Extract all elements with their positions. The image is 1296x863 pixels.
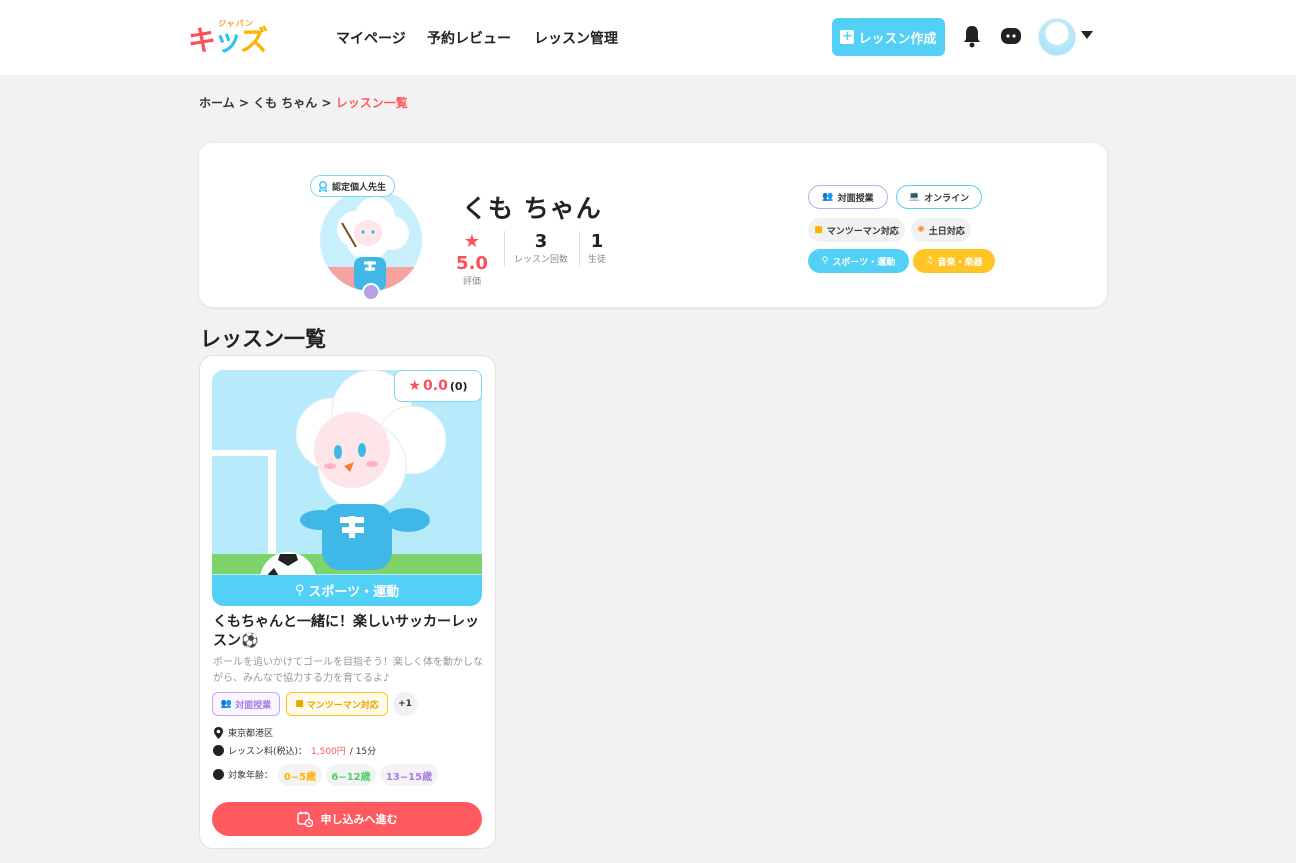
teacher-type-badge bbox=[362, 283, 380, 301]
teacher-profile-card: 認定個人先生 くも ちゃん ★ 5.0 評価 3 レッスン回数 1 生徒 👥 対面… bbox=[199, 143, 1107, 307]
teacher-name: くも ちゃん bbox=[462, 194, 602, 223]
lesson-category-bar: ⚲ スポーツ・運動 bbox=[212, 575, 482, 606]
more-tags-badge[interactable]: +1 bbox=[393, 692, 417, 716]
breadcrumb-teacher[interactable]: くも ちゃん bbox=[253, 96, 317, 110]
create-lesson-label: レッスン作成 bbox=[858, 31, 937, 47]
tag-online: 💻 オンライン bbox=[896, 185, 982, 209]
tag-one-on-one: ■ マンツーマン対応 bbox=[808, 218, 905, 242]
racket-icon: ⚲ bbox=[821, 256, 829, 266]
lesson-tag-one-on-one: ■ マンツーマン対応 bbox=[286, 692, 388, 716]
lesson-age-label: 対象年齢： bbox=[213, 768, 273, 781]
sun-icon: ✺ bbox=[917, 225, 925, 235]
stat-divider bbox=[579, 231, 580, 267]
age-chip-13-15: 13~15歳 bbox=[380, 764, 438, 786]
nav-mypage[interactable]: マイページ bbox=[336, 28, 406, 48]
certified-teacher-badge: 認定個人先生 bbox=[310, 175, 396, 197]
racket-icon: ⚲ bbox=[294, 583, 305, 598]
lesson-fee: レッスン料(税込)： 1,500円/ 15分 bbox=[213, 744, 376, 757]
yen-coin-icon bbox=[213, 745, 224, 756]
person-icon: ■ bbox=[814, 225, 823, 235]
lesson-location: 東京都港区 bbox=[213, 726, 273, 739]
age-chip-0-5: 0~5歳 bbox=[278, 764, 322, 786]
laptop-icon: 💻 bbox=[908, 192, 921, 202]
chevron-down-icon[interactable] bbox=[1081, 31, 1093, 39]
breadcrumb-home[interactable]: ホーム bbox=[199, 96, 235, 110]
nav-reservation-reviews[interactable]: 予約レビュー bbox=[427, 28, 511, 48]
breadcrumb: ホーム > くも ちゃん > レッスン一覧 bbox=[199, 96, 408, 110]
lesson-title[interactable]: くもちゃんと一緒に！楽しいサッカーレッスン⚽ bbox=[213, 613, 483, 651]
bell-icon[interactable] bbox=[962, 24, 986, 50]
plus-icon: + bbox=[840, 29, 855, 44]
tag-sports: ⚲ スポーツ・運動 bbox=[808, 249, 909, 273]
nav-lesson-management[interactable]: レッスン管理 bbox=[534, 28, 618, 48]
create-lesson-button[interactable]: + レッスン作成 bbox=[832, 18, 945, 56]
tag-music: ♫ 音楽・楽器 bbox=[913, 249, 995, 273]
stat-divider bbox=[504, 231, 505, 267]
group-icon: 👥 bbox=[220, 699, 233, 709]
rating-stat: ★ 5.0 評価 bbox=[456, 231, 488, 287]
lesson-tag-in-person: 👥 対面授業 bbox=[212, 692, 280, 716]
teacher-avatar bbox=[320, 189, 422, 291]
calendar-clock-icon bbox=[296, 811, 313, 827]
chat-icon[interactable] bbox=[1000, 24, 1024, 50]
lesson-description: ボールを追いかけてゴールを目指そう！楽しく体を動かしながら、みんなで協力する力を… bbox=[213, 657, 483, 684]
lesson-rating-badge: ★ 0.0 (0) bbox=[394, 370, 482, 402]
map-pin-icon bbox=[214, 726, 223, 739]
section-title: レッスン一覧 bbox=[200, 327, 326, 351]
user-avatar[interactable] bbox=[1038, 18, 1076, 56]
lesson-thumbnail[interactable] bbox=[212, 370, 482, 606]
age-icon bbox=[213, 769, 224, 780]
star-icon: ★ bbox=[408, 378, 422, 394]
music-note-icon: ♫ bbox=[925, 256, 934, 266]
students-stat: 1 生徒 bbox=[587, 231, 606, 265]
age-chip-6-12: 6~12歳 bbox=[326, 764, 376, 786]
site-logo[interactable]: ジャパン キッズ bbox=[188, 18, 274, 58]
tag-in-person: 👥 対面授業 bbox=[808, 185, 888, 209]
lesson-card[interactable]: ★ 0.0 (0) ⚲ スポーツ・運動 くもちゃんと一緒に！楽しいサッカーレッスン⚽ … bbox=[199, 355, 496, 849]
header: ジャパン キッズ マイページ 予約レビュー レッスン管理 + レッスン作成 bbox=[0, 0, 1296, 75]
star-icon: ★ bbox=[463, 231, 481, 252]
award-icon bbox=[318, 181, 328, 192]
breadcrumb-current: レッスン一覧 bbox=[335, 96, 408, 110]
logo-text: キッズ bbox=[188, 24, 268, 57]
person-icon: ■ bbox=[295, 699, 304, 709]
lessons-stat: 3 レッスン回数 bbox=[513, 231, 568, 265]
group-icon: 👥 bbox=[822, 192, 834, 202]
tag-weekend: ✺ 土日対応 bbox=[911, 218, 971, 242]
apply-button[interactable]: 申し込みへ進む bbox=[212, 802, 482, 836]
